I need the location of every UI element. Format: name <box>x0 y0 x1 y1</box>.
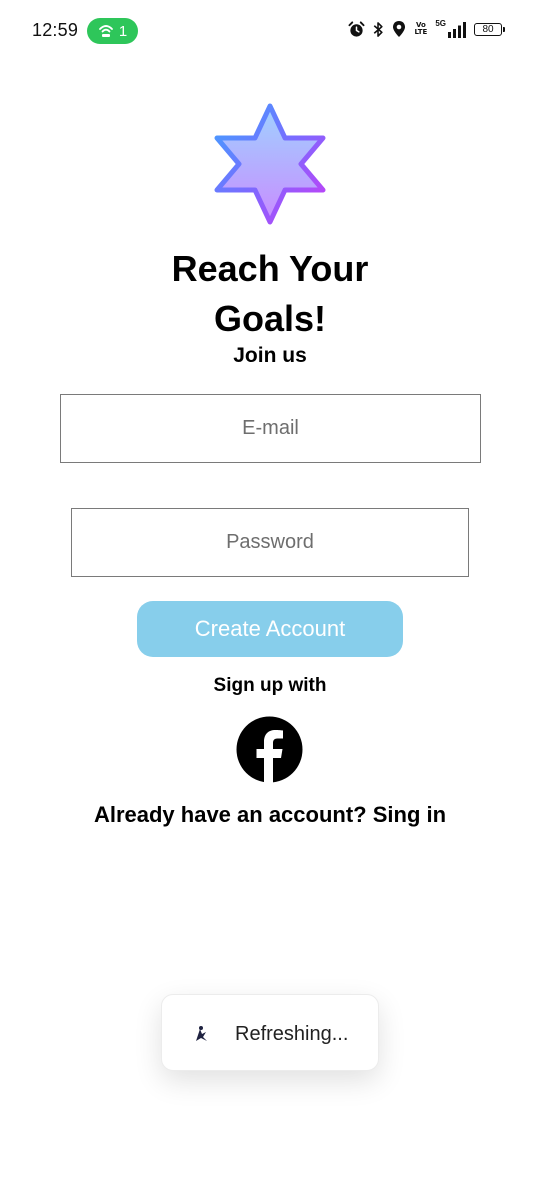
battery-level: 80 <box>482 23 494 35</box>
refresh-toast: Refreshing... <box>161 994 379 1071</box>
status-time: 12:59 <box>32 20 79 40</box>
toast-text: Refreshing... <box>235 1023 349 1045</box>
password-input[interactable] <box>72 530 468 555</box>
location-icon <box>393 21 406 37</box>
volte-icon: Vo LTE <box>414 21 428 36</box>
page-title: Reach Your Goals! <box>171 248 369 339</box>
create-account-button[interactable]: Create Account <box>137 601 403 657</box>
email-field[interactable] <box>60 394 481 463</box>
app-icon <box>196 1026 207 1041</box>
signal-group: 5G <box>435 20 466 38</box>
sign-in-link[interactable]: Already have an account? Sing in <box>0 802 540 828</box>
status-icons: Vo LTE 5G 80 <box>348 20 505 38</box>
star-logo-icon <box>214 103 326 225</box>
status-bar: 12:59 1 Vo LTE 5G 80 <box>0 0 540 64</box>
battery-icon: 80 <box>474 22 505 36</box>
alarm-icon <box>348 20 365 37</box>
sign-up-with-label: Sign up with <box>213 675 327 696</box>
email-input[interactable] <box>61 416 480 441</box>
signal-icon <box>448 22 466 38</box>
bluetooth-icon <box>374 21 384 37</box>
page-subtitle: Join us <box>233 344 307 367</box>
facebook-icon[interactable] <box>236 716 303 783</box>
hotspot-icon <box>98 25 113 37</box>
network-type: 5G <box>435 19 446 28</box>
password-field[interactable] <box>71 508 469 577</box>
hotspot-indicator[interactable]: 1 <box>87 18 138 44</box>
hotspot-count: 1 <box>118 22 128 40</box>
